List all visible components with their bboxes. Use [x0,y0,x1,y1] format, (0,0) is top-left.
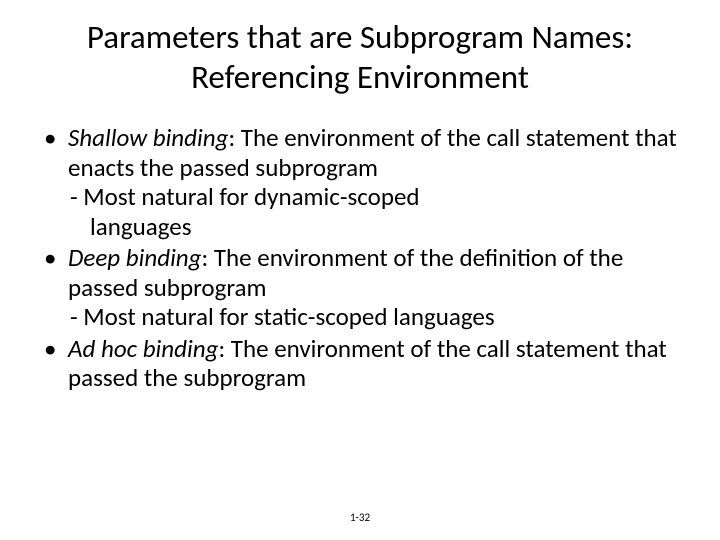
slide-number: 1-32 [0,511,720,524]
list-item: Ad hoc binding: The environment of the c… [40,334,680,393]
term: Shallow binding [68,122,228,153]
sub-line: - Most natural for static-scoped languag… [68,302,680,332]
term: Ad hoc binding [68,333,218,364]
slide: Parameters that are Subprogram Names: Re… [0,0,720,540]
list-item: Shallow binding: The environment of the … [40,123,680,241]
term: Deep binding [68,242,202,273]
sub-line: - Most natural for dynamic-scoped [68,182,680,212]
sub-line: languages [68,212,680,242]
slide-content: Shallow binding: The environment of the … [40,123,680,393]
slide-title: Parameters that are Subprogram Names: Re… [70,18,650,97]
bullet-list: Shallow binding: The environment of the … [40,123,680,393]
list-item: Deep binding: The environment of the def… [40,243,680,332]
